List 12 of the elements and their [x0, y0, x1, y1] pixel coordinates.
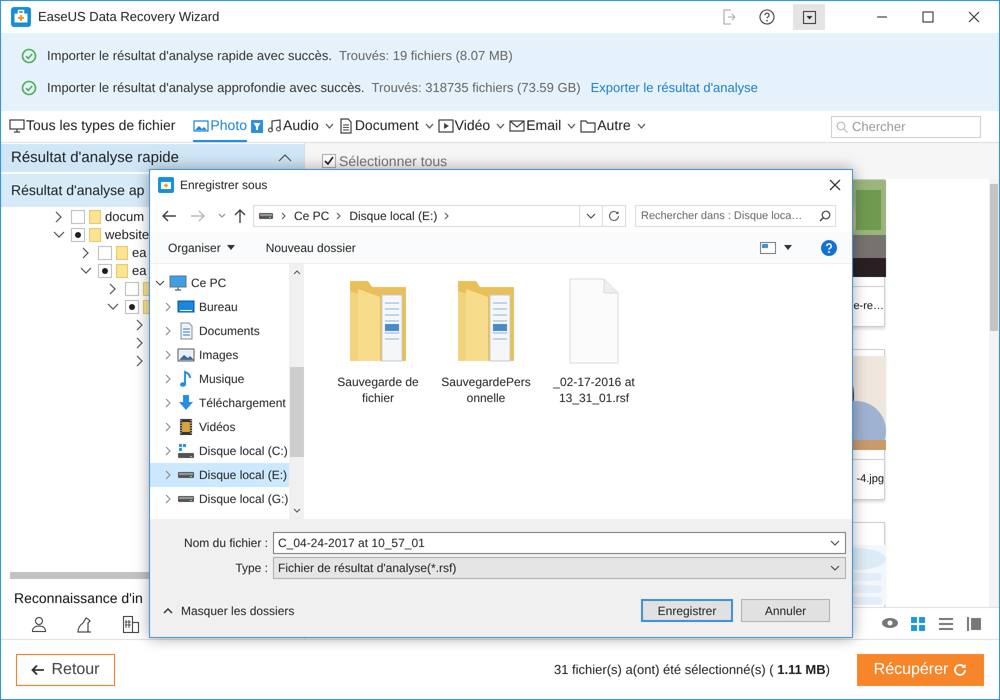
- notification-message: Importer le résultat d'analyse rapide avec succès.: [47, 47, 332, 66]
- recognition-label: Reconnaissance d'in: [14, 589, 143, 608]
- window-title: EaseUS Data Recovery Wizard: [38, 8, 220, 26]
- selection-status: 31 fichier(s) a(ont) été sélectionné(s) ( 1.11 MB): [554, 660, 830, 679]
- found-count: Trouvés: 19 fichiers (8.07 MB): [339, 47, 513, 66]
- notification-message: Importer le résultat d'analyse approfondie avec succès.: [47, 79, 365, 98]
- field-label: Nom du fichier :: [182, 534, 268, 552]
- found-count: Trouvés: 318735 fichiers (73.59 GB): [372, 79, 581, 98]
- file-name: -4.jpg: [856, 472, 884, 488]
- dialog-title: Enregistrer sous: [180, 177, 268, 194]
- file-name: e-re…: [853, 299, 884, 314]
- field-label: Type :: [234, 560, 268, 576]
